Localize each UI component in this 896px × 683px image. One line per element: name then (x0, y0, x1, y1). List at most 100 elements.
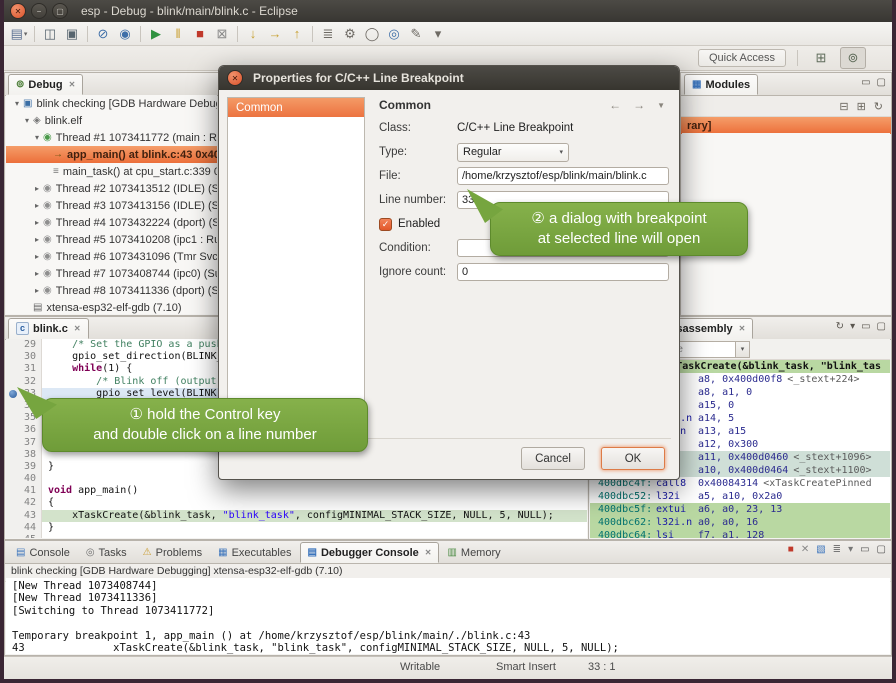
type-select[interactable]: Regular ▾ (457, 143, 569, 162)
suspend-button[interactable]: ‖ (167, 24, 189, 44)
expand-all-icon[interactable]: ⊞ (857, 100, 866, 113)
debug-tree-row[interactable]: ▸◉Thread #4 1073432224 (dport) (Sus (6, 214, 217, 231)
tree-expander-icon[interactable]: ▾ (22, 116, 32, 125)
close-icon[interactable]: ✕ (69, 80, 76, 89)
line-number[interactable]: 32 (6, 376, 42, 388)
breakpoints-view-button[interactable]: ◉ (114, 24, 136, 44)
tab-executables[interactable]: ▦Executables (210, 542, 299, 563)
code-line[interactable]: 42{ (6, 497, 587, 509)
terminate-icon[interactable]: ■ (788, 545, 794, 555)
minimize-icon[interactable]: ▭ (860, 545, 869, 555)
tab-memory[interactable]: ▥Memory (439, 542, 508, 563)
chevron-down-icon[interactable]: ▼ (657, 101, 665, 110)
dialog-close-icon[interactable]: ✕ (227, 70, 243, 86)
breakpoint-icon[interactable] (9, 390, 17, 398)
tree-expander-icon[interactable]: ▸ (32, 252, 42, 261)
tree-expander-icon[interactable]: ▾ (12, 99, 22, 108)
minimize-icon[interactable]: ▭ (861, 78, 870, 88)
step-over-button[interactable]: → (264, 24, 286, 44)
disassembly-line[interactable]: 400dbc64:lsif7, a1, 128 (590, 529, 890, 538)
debug-tree-row[interactable]: ▾◈blink.elf (6, 112, 217, 129)
line-number[interactable]: 31 (6, 363, 42, 375)
line-number[interactable]: 38 (6, 449, 42, 461)
code-line[interactable]: 45 (6, 534, 587, 538)
tab-console[interactable]: ▤Console (8, 542, 78, 563)
close-icon[interactable]: ✕ (739, 324, 746, 333)
file-field[interactable]: /home/krzysztof/esp/blink/main/blink.c (457, 167, 669, 185)
debug-tree-row[interactable]: ▸◉Thread #8 1073411336 (dport) (Sus (6, 282, 217, 299)
debug-tree-row[interactable]: ▤xtensa-esp32-elf-gdb (7.10) (6, 299, 217, 314)
ok-button[interactable]: OK (601, 447, 665, 470)
tab-blink-c[interactable]: c blink.c ✕ (8, 318, 89, 339)
maximize-icon[interactable]: ▢ (877, 545, 886, 555)
quick-access-button[interactable]: Quick Access (698, 49, 786, 67)
ignore-count-field[interactable]: 0 (457, 263, 669, 281)
skip-all-breakpoints-button[interactable]: ⊘ (92, 24, 114, 44)
line-number[interactable]: 37 (6, 437, 42, 449)
sidebar-item-common[interactable]: Common (228, 98, 364, 117)
scroll-lock-icon[interactable]: ≣ (833, 545, 841, 555)
line-number[interactable]: 36 (6, 424, 42, 436)
debug-tree-row[interactable]: ▸◉Thread #6 1073431096 (Tmr Svc) (S (6, 248, 217, 265)
debug-tree-row[interactable]: ▾▣blink checking [GDB Hardware Debug (6, 95, 217, 112)
collapse-all-icon[interactable]: ⊟ (839, 100, 848, 113)
debug-tree-row[interactable]: ≡main_task() at cpu_start.c:339 0x4 (6, 163, 217, 180)
instruction-stepping-button[interactable]: ≣ (317, 24, 339, 44)
tree-expander-icon[interactable]: ▾ (32, 133, 42, 142)
resume-button[interactable]: ▶ (145, 24, 167, 44)
maximize-icon[interactable]: ▢ (877, 78, 886, 88)
line-number[interactable]: 40 (6, 473, 42, 485)
forward-icon[interactable]: → (633, 98, 645, 112)
toolbar-menu-button[interactable]: ▾ (427, 24, 449, 44)
close-icon[interactable]: ✕ (74, 324, 81, 333)
view-menu-icon[interactable]: ▾ (848, 545, 853, 555)
debug-perspective-icon[interactable]: ⊚ (840, 47, 866, 69)
tree-expander-icon[interactable]: ▸ (32, 218, 42, 227)
build-button[interactable]: ⚙ (339, 24, 361, 44)
window-maximize-icon[interactable]: ▢ (52, 3, 68, 19)
modules-selected-row[interactable]: rary] (681, 117, 891, 134)
debug-tree-row[interactable]: ▸◉Thread #2 1073413512 (IDLE) (Susp (6, 180, 217, 197)
tab-modules[interactable]: ▦ Modules (684, 74, 758, 95)
tab-debug[interactable]: ⊚ Debug ✕ (8, 74, 83, 95)
tab-debugger-console[interactable]: ▤Debugger Console✕ (300, 542, 440, 563)
new-wizard-button[interactable]: ▤▾ (8, 24, 30, 44)
window-close-icon[interactable]: ✕ (10, 3, 26, 19)
remove-launch-icon[interactable]: ✕ (801, 545, 809, 555)
line-number[interactable]: 42 (6, 497, 42, 509)
window-minimize-icon[interactable]: − (31, 3, 47, 19)
tab-tasks[interactable]: ◎Tasks (78, 542, 135, 563)
debug-tree-row[interactable]: ▸◉Thread #7 1073408744 (ipc0) (Susp (6, 265, 217, 282)
terminate-button[interactable]: ■ (189, 24, 211, 44)
minimize-icon[interactable]: ▭ (861, 322, 870, 332)
line-number[interactable]: 30 (6, 351, 42, 363)
clear-console-icon[interactable]: ▧ (816, 545, 825, 555)
tab-problems[interactable]: ⚠Problems (135, 542, 210, 563)
maximize-icon[interactable]: ▢ (877, 322, 886, 332)
open-perspective-icon[interactable]: ⊞ (809, 48, 833, 68)
open-element-button[interactable]: ◯ (361, 24, 383, 44)
line-number[interactable]: 43 (6, 510, 42, 522)
enabled-checkbox[interactable]: ✓ (379, 218, 392, 231)
debug-tree-row[interactable]: ▸◉Thread #5 1073410208 (ipc1 : Runni (6, 231, 217, 248)
tree-expander-icon[interactable]: ▸ (32, 184, 42, 193)
tree-expander-icon[interactable]: ▸ (32, 201, 42, 210)
close-icon[interactable]: ✕ (425, 548, 432, 557)
code-line[interactable]: 43 xTaskCreate(&blink_task, "blink_task"… (6, 510, 587, 522)
console-output[interactable]: [New Thread 1073408744] [New Thread 1073… (6, 578, 890, 654)
save-all-button[interactable]: ▣ (61, 24, 83, 44)
cancel-button[interactable]: Cancel (521, 447, 585, 470)
address-dropdown-icon[interactable]: ▾ (736, 341, 750, 358)
disassembly-line[interactable]: 400dbc52:l32ia5, a10, 0x2a0 (590, 490, 890, 503)
line-number[interactable]: 29 (6, 339, 42, 351)
debug-tree-row-selected[interactable]: →app_main() at blink.c:43 0x400db (6, 146, 217, 163)
code-line[interactable]: 44} (6, 522, 587, 534)
line-number[interactable]: 45 (6, 534, 42, 538)
annotations-button[interactable]: ✎ (405, 24, 427, 44)
step-into-button[interactable]: ↓ (242, 24, 264, 44)
refresh-icon[interactable]: ↻ (874, 100, 883, 113)
line-number[interactable]: 41 (6, 485, 42, 497)
view-menu-icon[interactable]: ▾ (850, 322, 855, 332)
debug-tree-row[interactable]: ▸◉Thread #3 1073413156 (IDLE) (Susp (6, 197, 217, 214)
code-line[interactable]: 41void app_main() (6, 485, 587, 497)
